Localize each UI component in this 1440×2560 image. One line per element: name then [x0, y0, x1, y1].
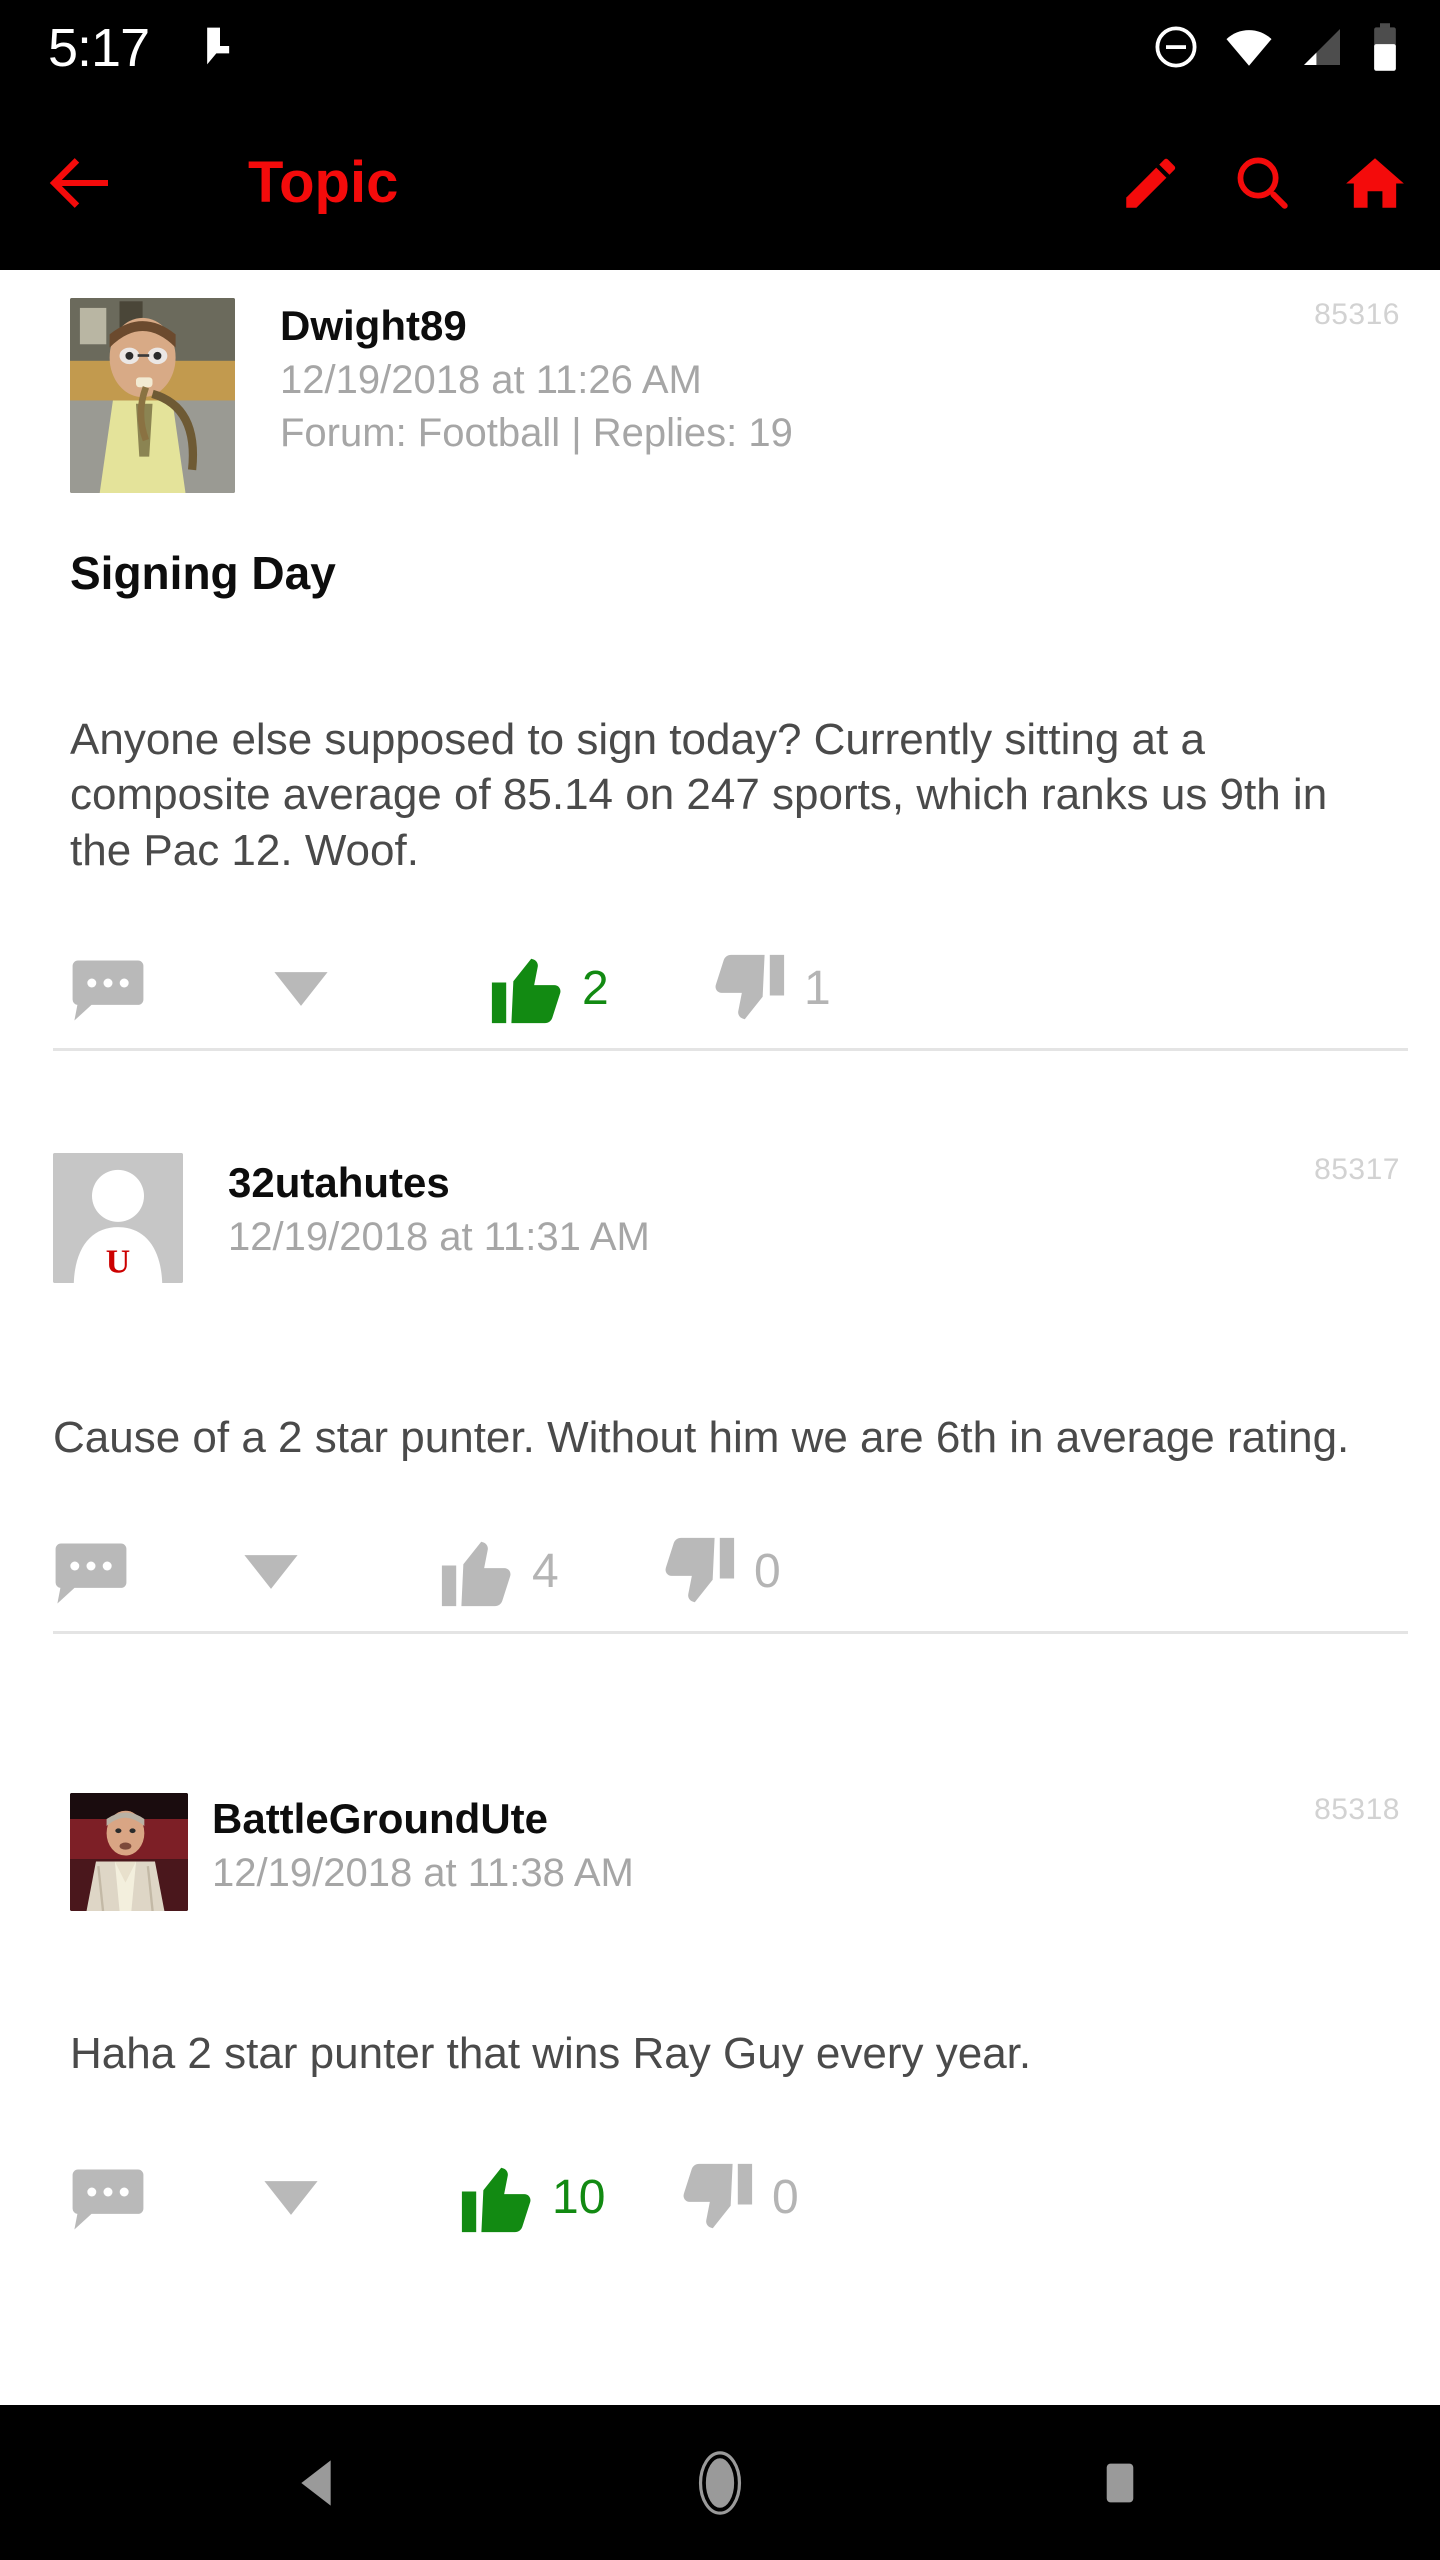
post-item: BattleGroundUte 12/19/2018 at 11:38 AM 8… — [0, 1765, 1440, 2325]
post-divider — [53, 1631, 1408, 1635]
thread-content[interactable]: Dwight89 12/19/2018 at 11:26 AM Forum: F… — [0, 270, 1440, 2405]
nav-home-button[interactable] — [620, 2405, 820, 2560]
status-bar: 5:17 — [0, 0, 1440, 95]
app-screen: 5:17 Topic Dwight89 12/19/2018 at 11:26 … — [0, 0, 1440, 2560]
battery-icon — [1374, 23, 1396, 71]
post-id: 85318 — [1314, 1793, 1400, 1826]
post-forum-replies: Forum: Football | Replies: 19 — [280, 410, 793, 455]
comment-button[interactable] — [70, 2139, 146, 2257]
cast-icon — [207, 27, 230, 65]
thumbs-down-icon — [683, 2164, 753, 2229]
expand-dropdown-button[interactable] — [242, 1513, 300, 1631]
comment-icon — [72, 960, 144, 1021]
chevron-down-icon — [264, 2181, 318, 2216]
post-author[interactable]: Dwight89 — [280, 302, 1440, 349]
thumbs-up-icon — [441, 1542, 511, 1607]
post-body: Cause of a 2 star punter. Without him we… — [53, 1412, 1350, 1462]
downvote-count: 1 — [804, 961, 831, 1015]
post-timestamp: 12/19/2018 at 11:26 AM — [280, 358, 702, 403]
downvote-button[interactable]: 0 — [678, 2139, 799, 2257]
search-icon[interactable] — [1230, 150, 1296, 216]
thumbs-down-icon — [715, 954, 785, 1020]
thumbs-down-icon — [665, 1538, 735, 1603]
page-title: Topic — [248, 150, 399, 215]
post-header: BattleGroundUte 12/19/2018 at 11:38 AM 8… — [0, 1765, 1440, 1911]
comment-button[interactable] — [53, 1513, 129, 1631]
post-item: Dwight89 12/19/2018 at 11:26 AM Forum: F… — [0, 270, 1440, 1125]
downvote-count: 0 — [772, 2171, 799, 2225]
post-body: Anyone else supposed to sign today? Curr… — [70, 714, 1328, 875]
app-bar: Topic — [0, 95, 1440, 270]
post-timestamp: 12/19/2018 at 11:31 AM — [228, 1215, 650, 1260]
post-actions: 4 0 — [0, 1513, 1440, 1631]
thread-title: Signing Day — [70, 546, 336, 599]
thumbs-up-icon — [491, 958, 561, 1024]
upvote-count: 4 — [532, 1545, 559, 1599]
post-header: U 32utahutes 12/19/2018 at 11:31 AM 8531… — [0, 1125, 1440, 1283]
status-bar-icons — [1152, 21, 1400, 73]
post-divider — [53, 1047, 1408, 1051]
post-id: 85317 — [1314, 1153, 1400, 1186]
comment-icon — [72, 2169, 144, 2230]
status-bar-clock: 5:17 — [48, 18, 150, 78]
compose-icon[interactable] — [1118, 150, 1184, 216]
wifi-icon — [1226, 30, 1272, 66]
avatar[interactable] — [70, 1793, 188, 1911]
upvote-button[interactable]: 10 — [458, 2139, 605, 2257]
expand-dropdown-button[interactable] — [262, 2139, 320, 2257]
post-timestamp: 12/19/2018 at 11:38 AM — [212, 1851, 634, 1896]
upvote-button[interactable]: 4 — [438, 1513, 559, 1631]
upvote-button[interactable]: 2 — [488, 930, 609, 1048]
nav-recents-button[interactable] — [1020, 2405, 1220, 2560]
thumbs-up-icon — [461, 2168, 531, 2233]
downvote-button[interactable]: 0 — [660, 1513, 781, 1631]
back-triangle-icon — [301, 2459, 331, 2506]
upvote-count: 10 — [552, 2171, 606, 2225]
post-header: Dwight89 12/19/2018 at 11:26 AM Forum: F… — [0, 270, 1440, 493]
chevron-down-icon — [244, 1555, 298, 1590]
downvote-button[interactable]: 1 — [710, 930, 831, 1048]
svg-text:U: U — [106, 1244, 130, 1281]
recents-square-icon — [1106, 2463, 1134, 2502]
nav-back-button[interactable] — [220, 2405, 420, 2560]
app-bar-actions — [1118, 150, 1408, 216]
post-author[interactable]: 32utahutes — [228, 1159, 1440, 1206]
chevron-down-icon — [274, 972, 328, 1006]
system-navigation-bar — [0, 2405, 1440, 2560]
post-id: 85316 — [1314, 298, 1400, 331]
post-actions: 10 0 — [0, 2139, 1440, 2257]
post-actions: 2 1 — [0, 930, 1440, 1048]
back-arrow-icon[interactable] — [45, 147, 117, 219]
post-body: Haha 2 star punter that wins Ray Guy eve… — [70, 2028, 1032, 2078]
do-not-disturb-icon — [1155, 26, 1197, 68]
post-item: U 32utahutes 12/19/2018 at 11:31 AM 8531… — [0, 1125, 1440, 1765]
upvote-count: 2 — [582, 961, 609, 1015]
expand-dropdown-button[interactable] — [272, 930, 330, 1048]
home-circle-icon — [698, 2450, 742, 2515]
post-author[interactable]: BattleGroundUte — [212, 1795, 1440, 1842]
cellular-signal-icon — [1304, 29, 1340, 65]
comment-button[interactable] — [70, 930, 146, 1048]
avatar[interactable]: U — [53, 1153, 183, 1283]
avatar[interactable] — [70, 298, 235, 493]
downvote-count: 0 — [754, 1545, 781, 1599]
home-icon[interactable] — [1342, 150, 1408, 216]
comment-icon — [55, 1543, 127, 1604]
